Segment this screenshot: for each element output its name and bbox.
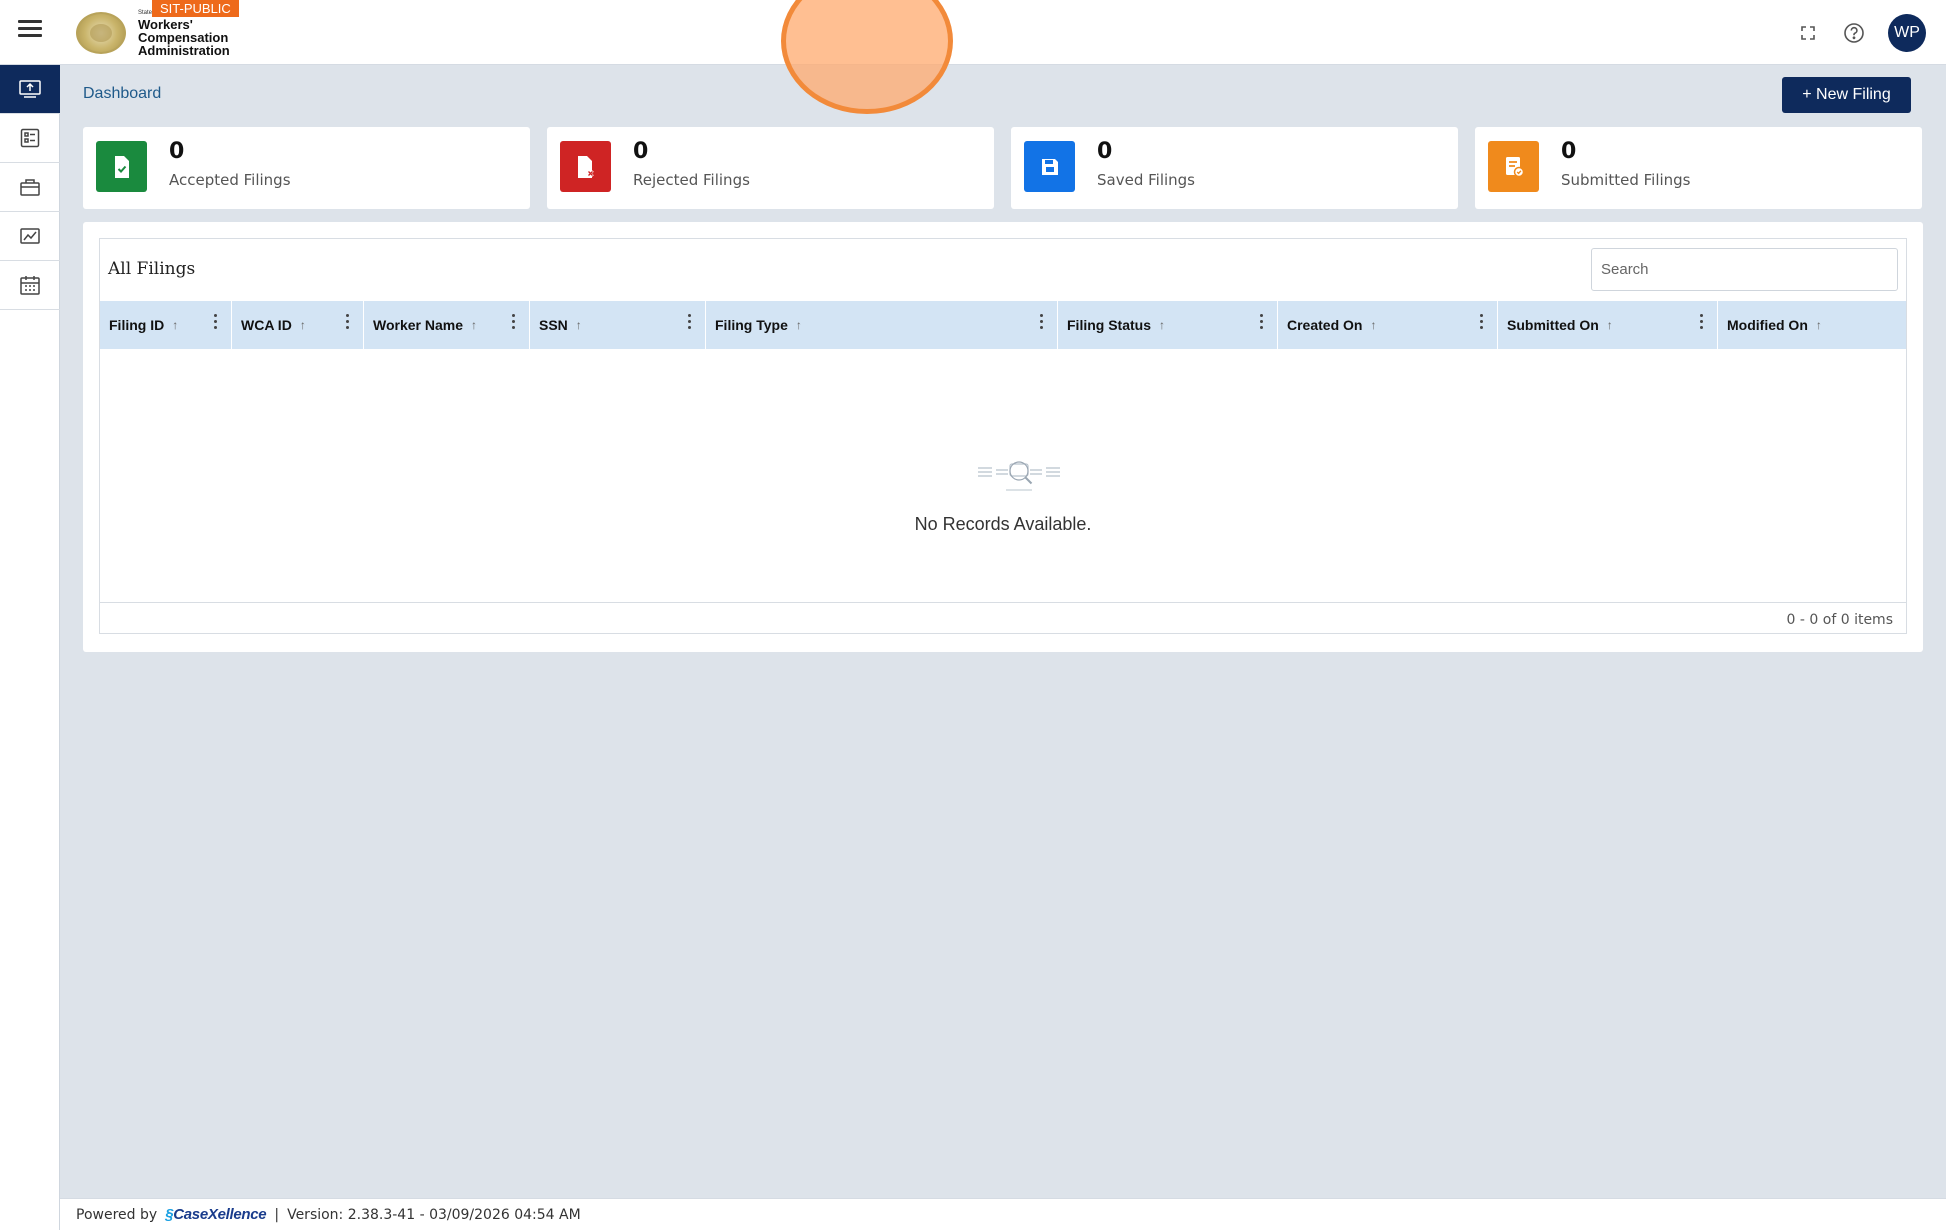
filings-grid: All Filings Filing ID ↑ WCA ID ↑ Worker Na… <box>99 238 1907 634</box>
file-x-icon <box>560 141 611 192</box>
column-menu-icon[interactable] <box>511 314 515 329</box>
stat-label: Accepted Filings <box>169 171 291 189</box>
column-label: Filing ID <box>109 317 165 333</box>
sort-arrow-icon[interactable]: ↑ <box>172 318 178 332</box>
search-input[interactable] <box>1591 248 1898 291</box>
column-header-wca-id[interactable]: WCA ID ↑ <box>232 301 364 349</box>
stat-value: 0 <box>633 139 649 164</box>
save-icon <box>1024 141 1075 192</box>
stat-card-rejected[interactable]: 0 Rejected Filings <box>547 127 994 209</box>
environment-badge: SIT-PUBLIC <box>152 0 239 17</box>
stat-card-submitted[interactable]: 0 Submitted Filings <box>1475 127 1922 209</box>
file-submit-icon <box>1488 141 1539 192</box>
state-seal-icon <box>76 12 126 54</box>
column-label: Created On <box>1287 317 1363 333</box>
column-menu-icon[interactable] <box>213 314 217 329</box>
empty-state-text: No Records Available. <box>914 514 1092 534</box>
sidebar <box>0 65 60 1230</box>
sort-arrow-icon[interactable]: ↑ <box>796 318 802 332</box>
file-check-icon <box>96 141 147 192</box>
column-label: Submitted On <box>1507 317 1599 333</box>
org-small-text: State <box>138 10 153 16</box>
column-header-filing-status[interactable]: Filing Status ↑ <box>1058 301 1278 349</box>
column-header-submitted-on[interactable]: Submitted On ↑ <box>1498 301 1718 349</box>
sort-arrow-icon[interactable]: ↑ <box>1816 318 1822 332</box>
footer: Powered by §CaseXellence | Version: 2.38… <box>60 1198 1946 1230</box>
fullscreen-icon[interactable] <box>1796 21 1820 45</box>
no-records-search-icon <box>978 461 1060 491</box>
pager-info: 0 - 0 of 0 items <box>1786 612 1893 628</box>
sort-arrow-icon[interactable]: ↑ <box>1370 318 1376 332</box>
help-icon[interactable] <box>1842 21 1866 45</box>
column-label: SSN <box>539 317 568 333</box>
sidebar-item-list[interactable] <box>0 114 60 163</box>
stat-label: Saved Filings <box>1097 171 1195 189</box>
version-text: Version: 2.38.3-41 - 03/09/2026 04:54 AM <box>287 1206 581 1223</box>
column-label: Modified On <box>1727 317 1808 333</box>
stat-card-saved[interactable]: 0 Saved Filings <box>1011 127 1458 209</box>
stat-value: 0 <box>169 139 185 164</box>
chart-icon <box>20 228 40 244</box>
table-header: Filing ID ↑ WCA ID ↑ Worker Name ↑ SSN ↑ Fil… <box>100 301 1906 349</box>
sidebar-item-briefcase[interactable] <box>0 163 60 212</box>
pager-divider <box>100 602 1906 603</box>
sort-arrow-icon[interactable]: ↑ <box>471 318 477 332</box>
sidebar-item-calendar[interactable] <box>0 261 60 310</box>
breadcrumb[interactable]: Dashboard <box>83 85 161 103</box>
column-menu-icon[interactable] <box>1039 314 1043 329</box>
new-filing-button[interactable]: + New Filing <box>1782 77 1911 113</box>
column-header-filing-id[interactable]: Filing ID ↑ <box>100 301 232 349</box>
header-actions: WP <box>1796 14 1926 52</box>
column-header-modified-on[interactable]: Modified On ↑ <box>1718 301 1906 349</box>
column-label: Worker Name <box>373 317 464 333</box>
sort-arrow-icon[interactable]: ↑ <box>576 318 582 332</box>
column-label: Filing Status <box>1067 317 1151 333</box>
panel-title: All Filings <box>108 259 196 279</box>
sidebar-item-chart[interactable] <box>0 212 60 261</box>
org-name-line-3: Administration <box>138 43 230 58</box>
all-filings-panel: All Filings Filing ID ↑ WCA ID ↑ Worker Na… <box>83 222 1923 652</box>
stat-card-accepted[interactable]: 0 Accepted Filings <box>83 127 530 209</box>
column-label: WCA ID <box>241 317 292 333</box>
menu-icon[interactable] <box>18 20 42 44</box>
brand-part-1: Case <box>173 1206 208 1223</box>
sort-arrow-icon[interactable]: ↑ <box>1607 318 1613 332</box>
column-header-ssn[interactable]: SSN ↑ <box>530 301 706 349</box>
cursor-highlight <box>781 0 953 114</box>
dashboard-icon <box>19 80 41 98</box>
list-icon <box>20 128 40 148</box>
column-header-created-on[interactable]: Created On ↑ <box>1278 301 1498 349</box>
stat-value: 0 <box>1097 139 1113 164</box>
footer-separator: | <box>274 1206 280 1223</box>
stat-label: Submitted Filings <box>1561 171 1691 189</box>
casexellence-logo[interactable]: §CaseXellence <box>165 1206 267 1223</box>
column-menu-icon[interactable] <box>1259 314 1263 329</box>
sort-arrow-icon[interactable]: ↑ <box>300 318 306 332</box>
sort-arrow-icon[interactable]: ↑ <box>1159 318 1165 332</box>
org-name: Workers' Compensation Administration <box>138 18 230 57</box>
calendar-icon <box>20 276 40 295</box>
column-menu-icon[interactable] <box>1699 314 1703 329</box>
column-header-worker-name[interactable]: Worker Name ↑ <box>364 301 530 349</box>
top-bar: SIT-PUBLIC State Workers' Compensation A… <box>0 0 1946 65</box>
stat-label: Rejected Filings <box>633 171 750 189</box>
briefcase-icon <box>20 179 40 196</box>
column-label: Filing Type <box>715 317 788 333</box>
sidebar-item-dashboard[interactable] <box>0 65 60 114</box>
brand-part-2: Xellence <box>207 1206 267 1223</box>
column-menu-icon[interactable] <box>1479 314 1483 329</box>
powered-by-text: Powered by <box>76 1206 158 1223</box>
brand-mark-icon: § <box>165 1206 174 1223</box>
column-header-filing-type[interactable]: Filing Type ↑ <box>706 301 1058 349</box>
stat-value: 0 <box>1561 139 1577 164</box>
avatar[interactable]: WP <box>1888 14 1926 52</box>
column-menu-icon[interactable] <box>345 314 349 329</box>
column-menu-icon[interactable] <box>687 314 691 329</box>
logo[interactable]: SIT-PUBLIC State Workers' Compensation A… <box>76 0 256 58</box>
